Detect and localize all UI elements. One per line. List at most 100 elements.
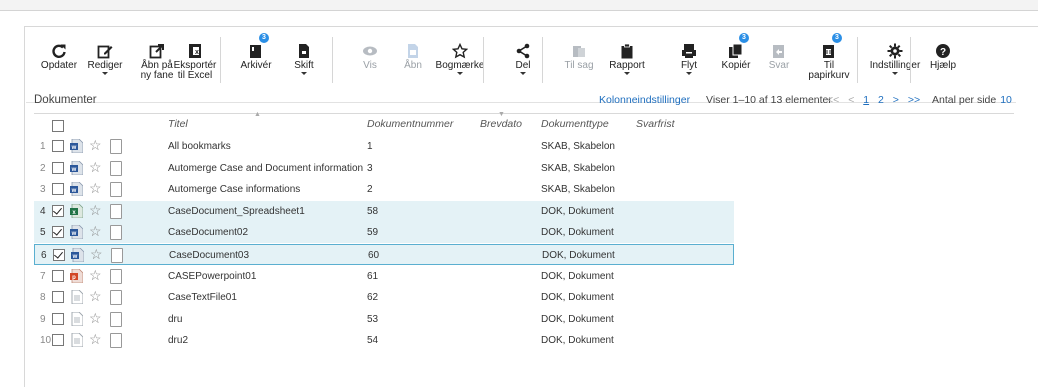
toolbar-button-label: Åbn xyxy=(404,60,422,71)
table-row[interactable]: 4 x ☆ CaseDocument_Spreadsheet1 58 DOK, Dokum… xyxy=(34,200,734,222)
document-page-icon[interactable] xyxy=(111,248,123,263)
page-link-2[interactable]: 2 xyxy=(878,94,884,106)
word-file-icon: w xyxy=(70,224,84,240)
document-title[interactable]: All bookmarks xyxy=(168,141,231,152)
table-row[interactable]: 1 w ☆ All bookmarks 1 SKAB, Skabelon xyxy=(34,136,734,157)
page-link-1[interactable]: 1 xyxy=(863,94,869,106)
table-row[interactable]: 5 w ☆ CaseDocument02 59 DOK, Dokument xyxy=(34,222,734,244)
document-page-icon[interactable] xyxy=(110,225,122,241)
document-number: 61 xyxy=(367,270,379,282)
column-header-title[interactable]: Titel xyxy=(168,118,188,130)
document-page-icon[interactable] xyxy=(110,333,122,349)
toolbar-button-label: Bogmærke xyxy=(435,60,485,71)
toolbar-separator xyxy=(332,37,333,83)
column-header-doctype[interactable]: Dokumenttype xyxy=(541,118,609,130)
table-row[interactable]: 8 ☆ CaseTextFile01 62 DOK, Dokument xyxy=(34,287,734,308)
bookmark-star-icon[interactable]: ☆ xyxy=(89,332,102,346)
document-page-icon[interactable] xyxy=(110,182,122,198)
row-checkbox[interactable] xyxy=(52,269,64,282)
excel-file-icon: x xyxy=(70,203,84,219)
table-row[interactable]: 6 w ☆ CaseDocument03 60 DOK, Dokument xyxy=(34,244,734,265)
document-page-icon[interactable] xyxy=(110,203,122,219)
gear-icon xyxy=(865,35,925,59)
row-checkbox[interactable] xyxy=(52,161,64,174)
toolbar-clipboard-button[interactable]: Rapport xyxy=(602,35,652,93)
document-title[interactable]: CaseDocument03 xyxy=(169,250,249,261)
toolbar-move-button[interactable]: Flyt xyxy=(664,35,714,93)
document-title[interactable]: CaseTextFile01 xyxy=(168,292,237,303)
row-checkbox[interactable] xyxy=(52,140,64,152)
document-type: DOK, Dokument xyxy=(541,270,614,282)
bookmark-star-icon[interactable]: ☆ xyxy=(89,203,102,217)
toolbar-trash-button[interactable]: 3 Til papirkurv xyxy=(804,33,854,93)
document-title[interactable]: CaseDocument_Spreadsheet1 xyxy=(168,206,305,217)
toolbar-share-button[interactable]: Del xyxy=(498,35,548,93)
toolbar-excel-export-button[interactable]: x Eksportér til Excel xyxy=(170,35,220,93)
row-number: 8 xyxy=(40,292,46,304)
bookmark-star-icon[interactable]: ☆ xyxy=(89,181,102,195)
row-number: 3 xyxy=(40,184,46,196)
ribbon-toolbar: Opdater Rediger Åbn på ny fane x Eksportér t… xyxy=(34,33,1024,93)
row-checkbox[interactable] xyxy=(52,312,64,325)
bookmark-star-icon[interactable]: ☆ xyxy=(89,311,102,325)
word-file-icon: w xyxy=(70,160,84,175)
first-page-icon[interactable]: << xyxy=(827,94,839,106)
table-row[interactable]: 2 w ☆ Automerge Case and Document informati… xyxy=(34,158,734,179)
column-header-deadline[interactable]: Svarfrist xyxy=(636,118,675,130)
bookmark-star-icon[interactable]: ☆ xyxy=(89,289,102,303)
svg-text:x: x xyxy=(195,49,199,56)
reply-icon xyxy=(754,35,804,59)
toolbar-refresh-button[interactable]: Opdater xyxy=(34,35,84,93)
document-title[interactable]: Automerge Case and Document information xyxy=(168,163,363,174)
document-title[interactable]: CASEPowerpoint01 xyxy=(168,271,256,282)
archive-icon: 3 xyxy=(231,33,281,59)
table-row[interactable]: 7 p ☆ CASEPowerpoint01 61 DOK, Dokument xyxy=(34,266,734,287)
toolbar-gear-button[interactable]: Indstillinger xyxy=(865,35,925,93)
toolbar-switch-doc-button[interactable]: Skift xyxy=(279,35,329,93)
toolbar-button-label: Skift xyxy=(294,60,314,71)
bookmark-star-icon[interactable]: ☆ xyxy=(89,224,102,238)
row-checkbox[interactable] xyxy=(52,183,64,196)
toolbar-edit-button[interactable]: Rediger xyxy=(80,35,130,93)
bookmark-star-icon[interactable]: ☆ xyxy=(89,160,102,174)
last-page-icon[interactable]: >> xyxy=(908,94,920,106)
toolbar-reply-button: Svar xyxy=(754,35,804,93)
bookmark-star-icon[interactable]: ☆ xyxy=(89,268,102,282)
document-title[interactable]: CaseDocument02 xyxy=(168,227,248,238)
table-row[interactable]: 3 w ☆ Automerge Case informations 2 SKAB, Ska… xyxy=(34,179,734,200)
next-page-icon[interactable]: > xyxy=(893,94,899,106)
document-title[interactable]: Automerge Case informations xyxy=(168,184,300,195)
select-all-checkbox[interactable] xyxy=(52,120,64,132)
toolbar-star-button[interactable]: Bogmærke xyxy=(435,35,485,93)
toolbar-archive-button[interactable]: 3 Arkivér xyxy=(231,33,281,93)
toolbar-button-label: Opdater xyxy=(40,60,78,71)
column-settings-link[interactable]: Kolonneindstillinger xyxy=(599,94,690,106)
row-checkbox[interactable] xyxy=(53,249,65,261)
row-number: 7 xyxy=(40,270,46,282)
document-page-icon[interactable] xyxy=(110,290,122,306)
document-type: DOK, Dokument xyxy=(541,292,614,304)
document-page-icon[interactable] xyxy=(110,311,122,327)
table-row[interactable]: 10 ☆ dru2 54 DOK, Dokument xyxy=(34,330,734,351)
document-page-icon[interactable] xyxy=(110,268,122,284)
toolbar-help-button[interactable]: ? Hjælp xyxy=(918,35,968,93)
document-page-icon[interactable] xyxy=(110,160,122,176)
row-checkbox[interactable] xyxy=(52,334,64,347)
row-checkbox[interactable] xyxy=(52,226,64,239)
bookmark-star-icon[interactable]: ☆ xyxy=(89,138,102,152)
bookmark-star-icon[interactable]: ☆ xyxy=(90,247,103,261)
caret-down-icon xyxy=(520,72,526,75)
caret-down-icon xyxy=(457,72,463,75)
per-page-value[interactable]: 10 xyxy=(1000,94,1012,106)
row-checkbox[interactable] xyxy=(52,291,64,304)
document-number: 59 xyxy=(367,227,379,239)
document-title[interactable]: dru xyxy=(168,314,182,325)
document-page-icon[interactable] xyxy=(110,139,122,154)
prev-page-icon[interactable]: < xyxy=(848,94,854,106)
column-header-letterdate[interactable]: Brevdato xyxy=(480,118,522,130)
document-title[interactable]: dru2 xyxy=(168,335,188,346)
toolbar-open-doc-button: Åbn xyxy=(388,35,438,93)
column-header-docnumber[interactable]: Dokumentnummer xyxy=(367,118,453,130)
row-checkbox[interactable] xyxy=(52,204,64,217)
table-row[interactable]: 9 ☆ dru 53 DOK, Dokument xyxy=(34,309,734,330)
